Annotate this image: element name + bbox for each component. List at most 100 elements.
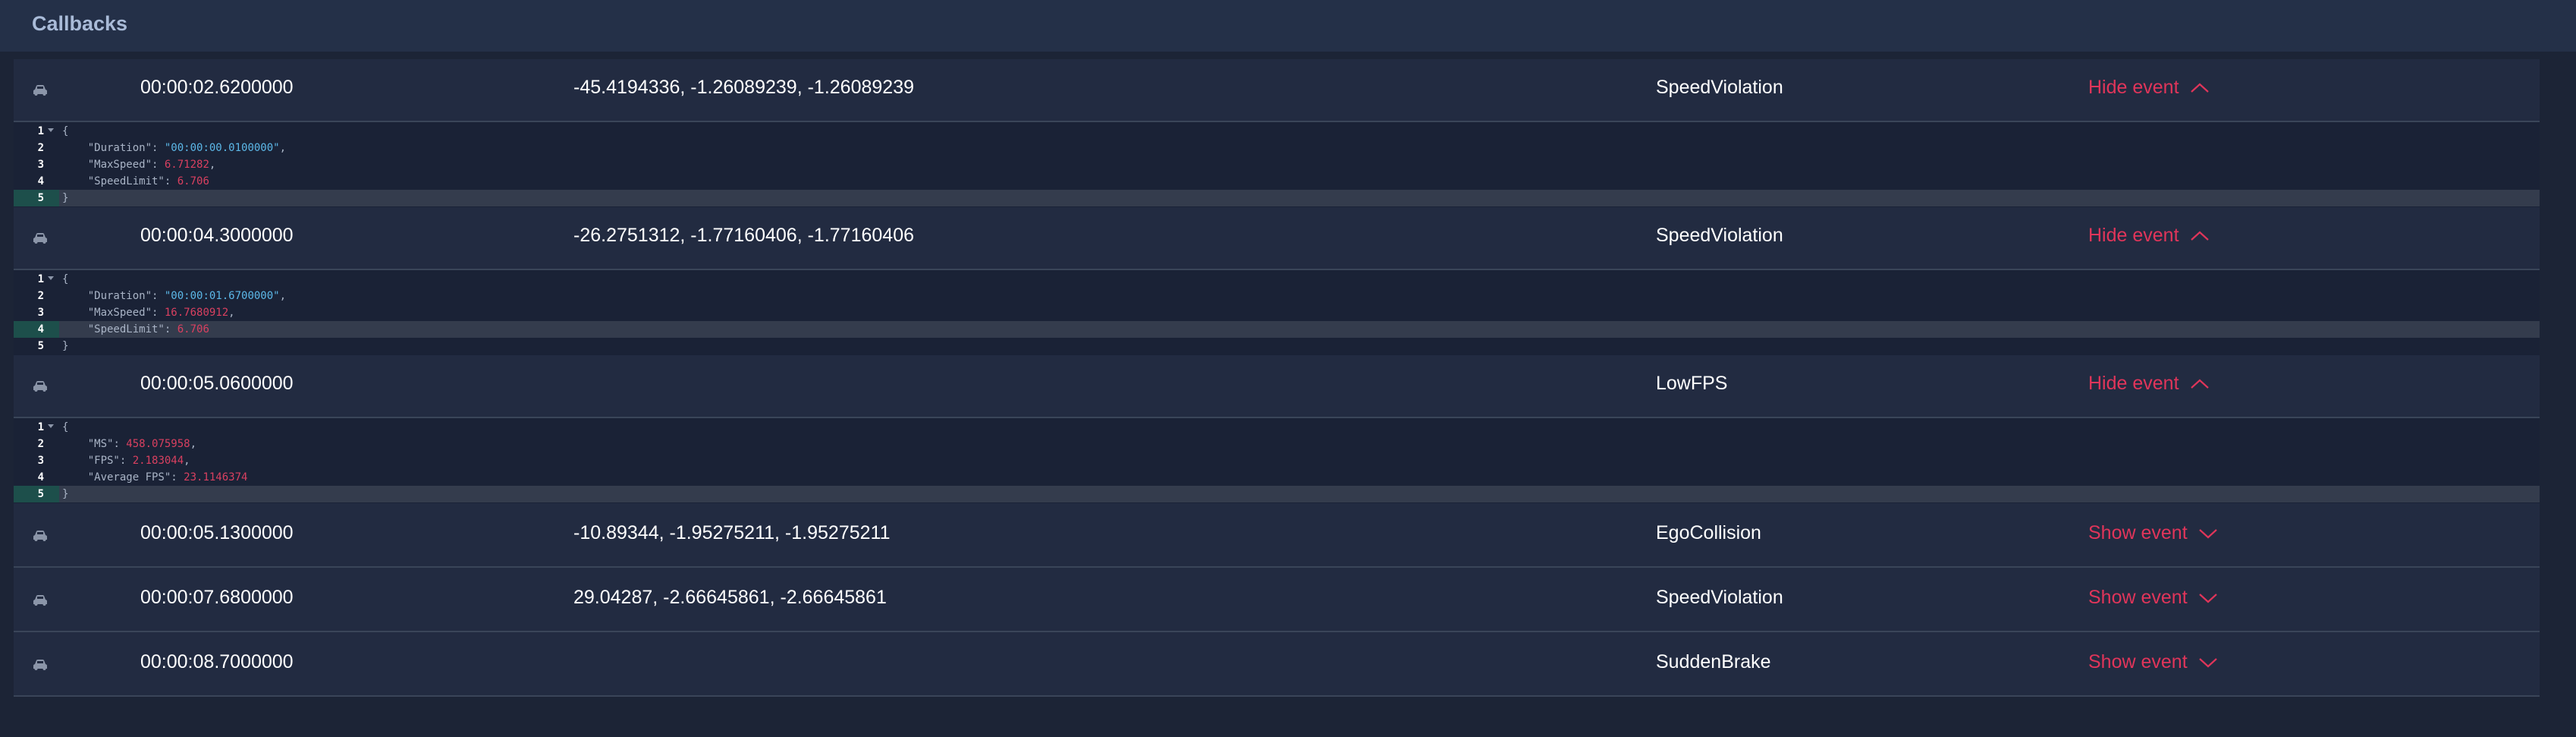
json-key: "MaxSpeed" bbox=[87, 307, 152, 319]
show-event-button[interactable]: Show event bbox=[2088, 587, 2218, 609]
json-brace: } bbox=[62, 340, 69, 352]
code-line: 3 "MaxSpeed": 6.71282, bbox=[14, 156, 2540, 173]
hide-event-button[interactable]: Hide event bbox=[2088, 225, 2210, 247]
event-time: 00:00:02.6200000 bbox=[140, 77, 294, 98]
event-row[interactable]: 00:00:05.0600000 LowFPS Hide event bbox=[14, 355, 2540, 418]
code-gutter: 5 bbox=[14, 486, 59, 502]
code-line: 5} bbox=[14, 486, 2540, 502]
code-gutter: 4 bbox=[14, 173, 59, 190]
code-text: { bbox=[62, 419, 68, 436]
event-time: 00:00:05.1300000 bbox=[140, 522, 294, 543]
line-number: 2 bbox=[37, 290, 44, 302]
event-row[interactable]: 00:00:08.7000000 SuddenBrake Show event bbox=[14, 632, 2540, 697]
code-line: 2 "Duration": "00:00:01.6700000", bbox=[14, 288, 2540, 304]
code-line: 4 "Average FPS": 23.1146374 bbox=[14, 469, 2540, 486]
line-number: 5 bbox=[37, 340, 44, 352]
code-line: 5} bbox=[14, 338, 2540, 354]
code-text: "Average FPS": 23.1146374 bbox=[87, 471, 248, 483]
event-list: 00:00:02.6200000 -45.4194336, -1.26089239… bbox=[14, 59, 2540, 697]
code-gutter: 1 bbox=[14, 271, 59, 288]
line-number: 3 bbox=[37, 307, 44, 319]
event-row[interactable]: 00:00:04.3000000 -26.2751312, -1.77160406… bbox=[14, 207, 2540, 270]
line-number: 3 bbox=[37, 455, 44, 467]
json-brace: { bbox=[62, 273, 69, 285]
event-time: 00:00:07.6800000 bbox=[140, 587, 294, 608]
show-event-button[interactable]: Show event bbox=[2088, 522, 2218, 544]
code-text: "SpeedLimit": 6.706 bbox=[87, 323, 209, 335]
event-row[interactable]: 00:00:05.1300000 -10.89344, -1.95275211, … bbox=[14, 503, 2540, 568]
code-line: 3 "MaxSpeed": 16.7680912, bbox=[14, 304, 2540, 321]
event-row[interactable]: 00:00:07.6800000 29.04287, -2.66645861, -… bbox=[14, 568, 2540, 632]
json-key: "Duration" bbox=[87, 290, 152, 302]
line-number: 5 bbox=[37, 192, 44, 204]
line-number: 5 bbox=[37, 488, 44, 500]
json-trailing-comma: , bbox=[279, 290, 287, 302]
code-gutter: 4 bbox=[14, 321, 59, 338]
car-icon bbox=[33, 233, 47, 244]
fold-arrow-icon[interactable] bbox=[48, 424, 54, 428]
event-type: SpeedViolation bbox=[1656, 77, 1783, 98]
json-brace: } bbox=[62, 192, 69, 204]
panel-header: Callbacks bbox=[0, 0, 2576, 52]
json-trailing-comma: , bbox=[228, 307, 235, 319]
json-code-view[interactable]: 1{2 "Duration": "00:00:01.6700000", 3 "Ma… bbox=[14, 270, 2540, 355]
code-line: 4 "SpeedLimit": 6.706 bbox=[14, 173, 2540, 190]
json-trailing-comma: , bbox=[279, 142, 287, 154]
event-type: SpeedViolation bbox=[1656, 225, 1783, 246]
fold-arrow-icon[interactable] bbox=[48, 276, 54, 280]
code-gutter: 5 bbox=[14, 338, 59, 354]
code-line: 2 "Duration": "00:00:00.0100000", bbox=[14, 140, 2540, 156]
hide-event-button[interactable]: Hide event bbox=[2088, 373, 2210, 395]
json-key: "MaxSpeed" bbox=[87, 159, 152, 171]
code-text: { bbox=[62, 271, 68, 288]
toggle-label: Hide event bbox=[2088, 77, 2179, 98]
json-code-view[interactable]: 1{2 "MS": 458.075958, 3 "FPS": 2.183044, 4… bbox=[14, 418, 2540, 503]
code-gutter: 1 bbox=[14, 419, 59, 436]
json-value: "00:00:01.6700000" bbox=[164, 290, 280, 302]
code-line: 4 "SpeedLimit": 6.706 bbox=[14, 321, 2540, 338]
callbacks-panel: Callbacks 00:00:02.6200000 -45.4194336, -… bbox=[0, 0, 2576, 737]
car-icon bbox=[33, 85, 47, 96]
event-row[interactable]: 00:00:02.6200000 -45.4194336, -1.26089239… bbox=[14, 59, 2540, 122]
json-brace: { bbox=[62, 421, 69, 433]
event-position: 29.04287, -2.66645861, -2.66645861 bbox=[573, 587, 887, 608]
code-gutter: 3 bbox=[14, 452, 59, 469]
line-number: 1 bbox=[37, 125, 44, 137]
chevron-down-icon bbox=[2198, 528, 2217, 538]
json-value: 23.1146374 bbox=[184, 471, 248, 483]
code-text: "MS": 458.075958, bbox=[87, 438, 197, 450]
line-number: 1 bbox=[37, 421, 44, 433]
line-number: 2 bbox=[37, 142, 44, 154]
event-position: -26.2751312, -1.77160406, -1.77160406 bbox=[573, 225, 914, 246]
code-line: 1{ bbox=[14, 271, 2540, 288]
code-gutter: 2 bbox=[14, 436, 59, 452]
code-text: } bbox=[62, 486, 68, 502]
fold-arrow-icon[interactable] bbox=[48, 128, 54, 132]
code-gutter: 4 bbox=[14, 469, 59, 486]
hide-event-button[interactable]: Hide event bbox=[2088, 77, 2210, 99]
json-brace: } bbox=[62, 488, 69, 500]
code-text: { bbox=[62, 123, 68, 140]
show-event-button[interactable]: Show event bbox=[2088, 651, 2218, 673]
line-number: 1 bbox=[37, 273, 44, 285]
car-icon bbox=[33, 595, 47, 606]
toggle-label: Show event bbox=[2088, 522, 2188, 543]
code-text: "MaxSpeed": 16.7680912, bbox=[87, 307, 235, 319]
json-value: 6.71282 bbox=[164, 159, 209, 171]
event-position: -10.89344, -1.95275211, -1.95275211 bbox=[573, 522, 891, 543]
json-value: "00:00:00.0100000" bbox=[164, 142, 280, 154]
event-type: SuddenBrake bbox=[1656, 651, 1771, 672]
code-line: 5} bbox=[14, 190, 2540, 206]
code-text: } bbox=[62, 338, 68, 354]
code-line: 2 "MS": 458.075958, bbox=[14, 436, 2540, 452]
chevron-down-icon bbox=[2198, 657, 2217, 667]
toggle-label: Hide event bbox=[2088, 373, 2179, 394]
code-gutter: 2 bbox=[14, 140, 59, 156]
json-value: 16.7680912 bbox=[164, 307, 229, 319]
toggle-label: Hide event bbox=[2088, 225, 2179, 246]
line-number: 3 bbox=[37, 159, 44, 171]
code-line: 1{ bbox=[14, 123, 2540, 140]
json-code-view[interactable]: 1{2 "Duration": "00:00:00.0100000", 3 "Ma… bbox=[14, 122, 2540, 207]
code-line: 3 "FPS": 2.183044, bbox=[14, 452, 2540, 469]
panel-title: Callbacks bbox=[32, 12, 128, 35]
